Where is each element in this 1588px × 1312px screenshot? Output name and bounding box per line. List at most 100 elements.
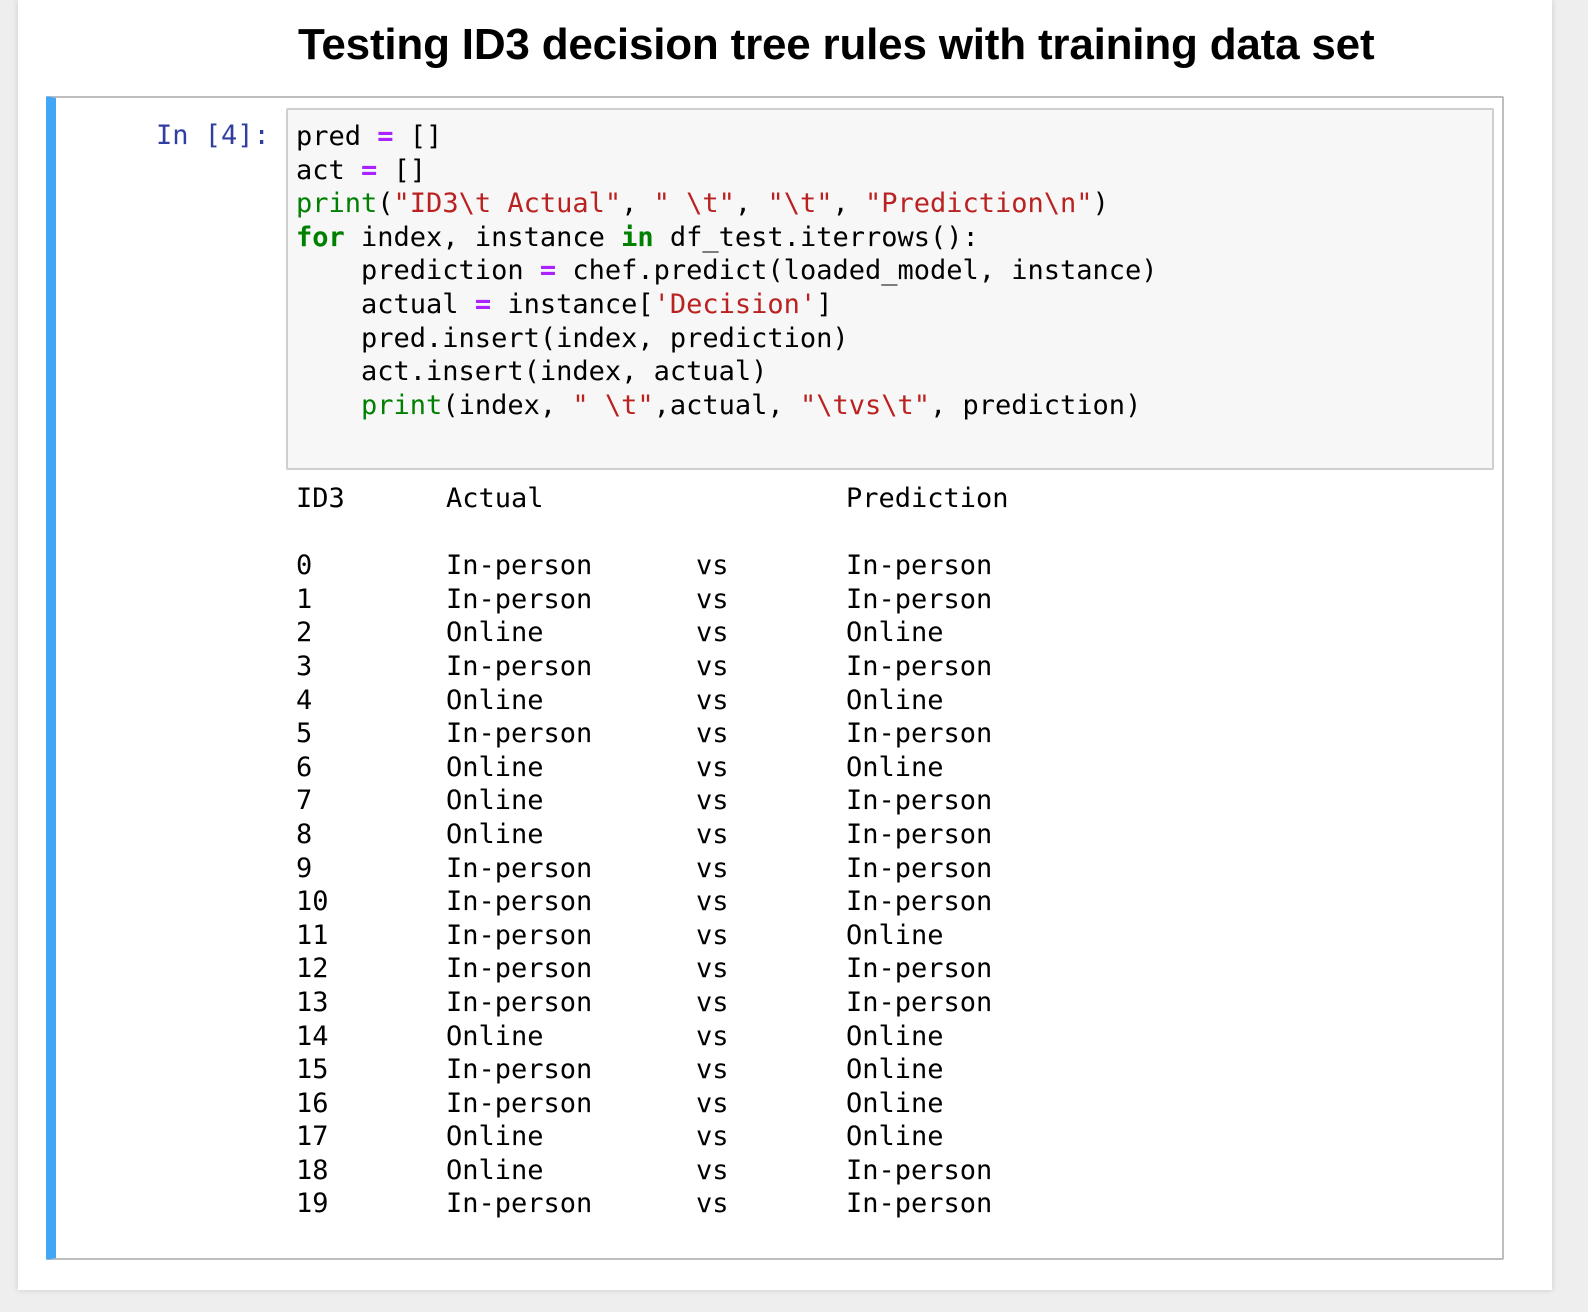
code-token: prediction — [296, 255, 540, 287]
code-token: , — [621, 188, 654, 220]
row-prediction: In-person — [846, 1188, 993, 1220]
row-actual: Online — [446, 617, 544, 649]
code-token: , — [832, 188, 865, 220]
row-prediction: Online — [846, 1121, 944, 1153]
output-row: 19 In-person vs In-person — [296, 1187, 1486, 1221]
output-row: 3 In-person vs In-person — [296, 650, 1486, 684]
row-prediction: In-person — [846, 1154, 993, 1186]
row-actual: Online — [446, 1020, 544, 1052]
row-prediction: In-person — [846, 886, 993, 918]
code-token: = — [377, 121, 394, 152]
output-row: 1 In-person vs In-person — [296, 583, 1486, 617]
row-index: 14 — [296, 1020, 329, 1052]
output-row: 13 In-person vs In-person — [296, 986, 1486, 1020]
row-vs: vs — [696, 886, 729, 918]
code-token: pred — [296, 121, 378, 152]
output-rows: 0 In-person vs In-person 1 In-person vs In-pers… — [296, 549, 1486, 1221]
row-actual: In-person — [446, 852, 593, 884]
code-token: index, instance — [344, 221, 622, 253]
row-index: 16 — [296, 1087, 329, 1119]
row-vs: vs — [696, 953, 729, 985]
row-actual: Online — [446, 1121, 544, 1153]
code-line: print("ID3\t Actual", " \t", "\t", "Pred… — [296, 188, 1109, 219]
code-token: "Prediction\n" — [864, 188, 1093, 220]
row-actual: In-person — [446, 986, 593, 1018]
row-actual: In-person — [446, 650, 593, 682]
code-token: "ID3\t Actual" — [393, 188, 622, 220]
header-index: ID3 — [296, 483, 345, 514]
code-line: pred.insert(index, prediction) — [296, 323, 849, 354]
code-token: " \t" — [653, 188, 735, 220]
output-row: 7 Online vs In-person — [296, 784, 1486, 818]
output-row: 2 Online vs Online — [296, 616, 1486, 650]
row-actual: In-person — [446, 1087, 593, 1119]
row-index: 9 — [296, 852, 313, 884]
row-prediction: Online — [846, 1020, 944, 1052]
row-actual: Online — [446, 785, 544, 817]
code-token: for — [296, 221, 345, 253]
row-prediction: In-person — [846, 818, 993, 850]
output-row: 17 Online vs Online — [296, 1120, 1486, 1154]
code-token: = — [539, 255, 557, 287]
row-prediction: In-person — [846, 718, 993, 750]
input-prompt: In [4]: — [156, 120, 270, 151]
code-cell[interactable]: In [4]: pred = [] act = [] print("ID3\t … — [46, 96, 1504, 1260]
code-text[interactable]: pred = [] act = [] print("ID3\t Actual",… — [296, 120, 1158, 422]
code-token: chef.predict(loaded_model, instance) — [556, 255, 1158, 287]
output-row: 5 In-person vs In-person — [296, 717, 1486, 751]
row-vs: vs — [696, 1188, 729, 1220]
row-index: 3 — [296, 650, 313, 682]
code-line: act = [] — [296, 155, 426, 186]
row-actual: In-person — [446, 1188, 593, 1220]
code-line: for index, instance in df_test.iterrows(… — [296, 222, 979, 253]
code-token: df_test.iterrows(): — [653, 221, 979, 253]
code-token: pred.insert(index, prediction) — [296, 322, 849, 354]
code-token: " \t" — [572, 389, 654, 421]
section-heading: Testing ID3 decision tree rules with tra… — [298, 20, 1375, 69]
row-prediction: Online — [846, 1054, 944, 1086]
code-token: actual — [296, 288, 475, 320]
code-token: [] — [393, 121, 443, 152]
row-index: 11 — [296, 919, 329, 951]
code-token: = — [361, 154, 378, 186]
row-index: 5 — [296, 718, 313, 750]
row-index: 8 — [296, 818, 313, 850]
notebook-page: Testing ID3 decision tree rules with tra… — [18, 0, 1552, 1290]
row-vs: vs — [696, 650, 729, 682]
output-header-row: ID3 Actual Prediction — [296, 482, 1486, 516]
header-actual: Actual — [446, 483, 544, 514]
row-index: 10 — [296, 886, 329, 918]
output-row: 6 Online vs Online — [296, 751, 1486, 785]
row-prediction: Online — [846, 751, 944, 783]
row-vs: vs — [696, 1087, 729, 1119]
code-token: in — [621, 221, 654, 253]
row-vs: vs — [696, 1154, 729, 1186]
row-actual: In-person — [446, 583, 593, 615]
row-vs: vs — [696, 583, 729, 615]
code-token: print — [361, 389, 443, 421]
output-row: 16 In-person vs Online — [296, 1087, 1486, 1121]
output-row: 14 Online vs Online — [296, 1020, 1486, 1054]
row-actual: In-person — [446, 953, 593, 985]
code-token: print — [296, 188, 378, 220]
row-vs: vs — [696, 1020, 729, 1052]
row-actual: In-person — [446, 1054, 593, 1086]
output-row: 18 Online vs In-person — [296, 1154, 1486, 1188]
row-prediction: In-person — [846, 550, 993, 582]
output-row: 0 In-person vs In-person — [296, 549, 1486, 583]
row-index: 15 — [296, 1054, 329, 1086]
row-index: 6 — [296, 751, 313, 783]
row-prediction: Online — [846, 919, 944, 951]
row-index: 2 — [296, 617, 313, 649]
code-line: print(index, " \t",actual, "\tvs\t", pre… — [296, 390, 1141, 421]
code-token: ,actual, — [653, 389, 800, 421]
row-vs: vs — [696, 718, 729, 750]
row-actual: Online — [446, 684, 544, 716]
row-prediction: In-person — [846, 650, 993, 682]
output-row: 15 In-person vs Online — [296, 1053, 1486, 1087]
row-actual: Online — [446, 1154, 544, 1186]
row-prediction: In-person — [846, 785, 993, 817]
code-editor[interactable]: pred = [] act = [] print("ID3\t Actual",… — [286, 108, 1494, 470]
row-prediction: Online — [846, 617, 944, 649]
